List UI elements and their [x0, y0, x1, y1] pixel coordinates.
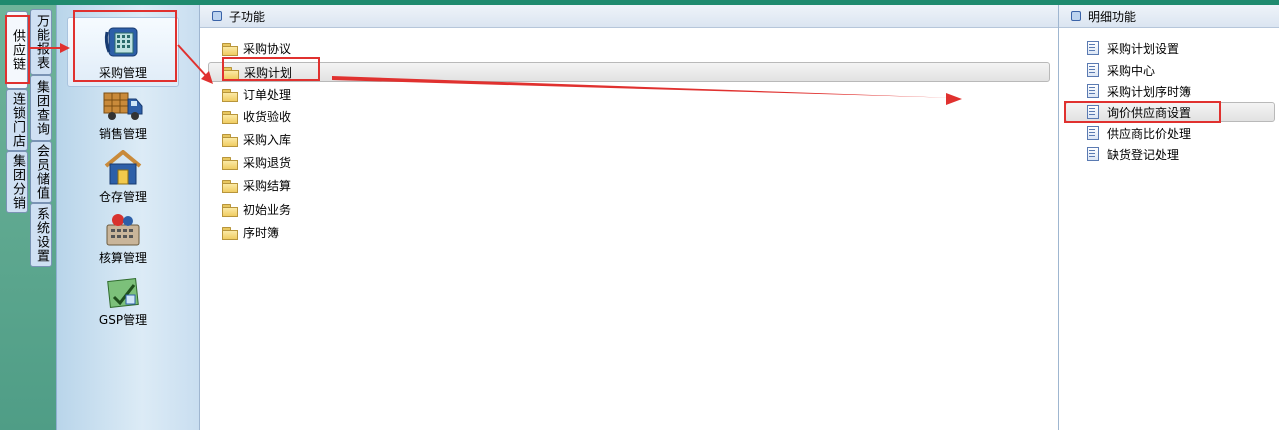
tab-chain-store[interactable]: 连锁门店	[6, 89, 28, 151]
gsp-certificate-icon	[57, 277, 189, 309]
delivery-truck-icon	[57, 89, 189, 123]
module-label: 仓存管理	[98, 190, 147, 204]
document-icon	[1087, 41, 1099, 55]
folder-icon	[222, 42, 238, 56]
detail-function-header: 明细功能	[1059, 5, 1279, 28]
folder-icon	[222, 203, 238, 217]
detail-function-title: 明细功能	[1088, 9, 1137, 24]
sub-item-label: 订单处理	[243, 87, 292, 102]
detail-item-supplier-price-compare[interactable]: 供应商比价处理	[1087, 123, 1191, 143]
highlight-box-purchase-module	[73, 10, 177, 82]
sub-function-panel: 子功能 采购协议 采购计划 订单处理 收货验收 采购入库 采购退货 采购结算 初…	[199, 5, 1058, 430]
highlight-box-supply-chain-tab	[5, 15, 30, 84]
header-bullet-icon	[1071, 11, 1081, 21]
module-gsp-management[interactable]: GSP管理	[57, 277, 189, 328]
detail-item-label: 供应商比价处理	[1107, 126, 1192, 141]
document-icon	[1087, 63, 1099, 77]
sub-item-purchase-plan[interactable]: 采购计划	[208, 62, 1050, 82]
tab-universal-reports[interactable]: 万能报表	[30, 9, 52, 75]
sub-item-label: 收货验收	[243, 109, 292, 124]
calculator-icon	[57, 211, 189, 247]
sub-item-label: 采购结算	[243, 178, 292, 193]
sub-item-purchase-return[interactable]: 采购退货	[222, 152, 291, 172]
module-label: GSP管理	[98, 313, 148, 327]
tab-member-deposit[interactable]: 会员储值	[30, 141, 52, 203]
sub-item-label: 初始业务	[243, 202, 292, 217]
sub-item-purchase-agreement[interactable]: 采购协议	[222, 38, 291, 58]
sub-item-purchase-settlement[interactable]: 采购结算	[222, 175, 291, 195]
detail-item-label: 采购计划设置	[1107, 41, 1180, 56]
folder-icon	[222, 226, 238, 240]
sub-item-label: 采购协议	[243, 41, 292, 56]
tab-group-query[interactable]: 集团查询	[30, 75, 52, 141]
module-label: 销售管理	[98, 127, 147, 141]
sub-item-label: 序时簿	[243, 225, 280, 240]
module-label: 核算管理	[98, 251, 147, 265]
highlight-box-inquiry-supplier	[1064, 101, 1221, 123]
folder-icon	[222, 88, 238, 102]
header-bullet-icon	[212, 11, 222, 21]
detail-item-label: 采购中心	[1107, 63, 1156, 78]
detail-function-panel: 明细功能 采购计划设置 采购中心 采购计划序时簿 询价供应商设置 供应商比价处理…	[1058, 5, 1279, 430]
detail-item-label: 缺货登记处理	[1107, 147, 1180, 162]
detail-item-plan-journal[interactable]: 采购计划序时簿	[1087, 81, 1191, 101]
sub-item-label: 采购退货	[243, 155, 292, 170]
sub-item-label: 采购入库	[243, 132, 292, 147]
folder-icon	[222, 179, 238, 193]
folder-icon	[222, 110, 238, 124]
sub-function-header: 子功能	[200, 5, 1058, 28]
module-accounting-management[interactable]: 核算管理	[57, 211, 189, 266]
sub-item-initial-business[interactable]: 初始业务	[222, 199, 291, 219]
warehouse-house-icon	[57, 150, 189, 186]
sub-item-order-processing[interactable]: 订单处理	[222, 84, 291, 104]
detail-item-plan-settings[interactable]: 采购计划设置	[1087, 38, 1179, 58]
module-warehouse-management[interactable]: 仓存管理	[57, 150, 189, 205]
detail-item-purchase-center[interactable]: 采购中心	[1087, 60, 1155, 80]
document-icon	[1087, 147, 1099, 161]
tab-group-distribution[interactable]: 集团分销	[6, 151, 28, 213]
document-icon	[1087, 126, 1099, 140]
folder-icon	[222, 133, 238, 147]
highlight-box-purchase-plan	[222, 57, 320, 81]
detail-item-label: 采购计划序时簿	[1107, 84, 1192, 99]
sub-item-journal[interactable]: 序时簿	[222, 222, 279, 242]
document-icon	[1087, 84, 1099, 98]
sub-item-purchase-inbound[interactable]: 采购入库	[222, 129, 291, 149]
detail-item-shortage-registration[interactable]: 缺货登记处理	[1087, 144, 1179, 164]
tab-system-settings[interactable]: 系统设置	[30, 203, 52, 267]
folder-icon	[222, 156, 238, 170]
sub-item-receiving-inspection[interactable]: 收货验收	[222, 106, 291, 126]
module-sales-management[interactable]: 销售管理	[57, 89, 189, 142]
sub-function-title: 子功能	[229, 9, 266, 24]
